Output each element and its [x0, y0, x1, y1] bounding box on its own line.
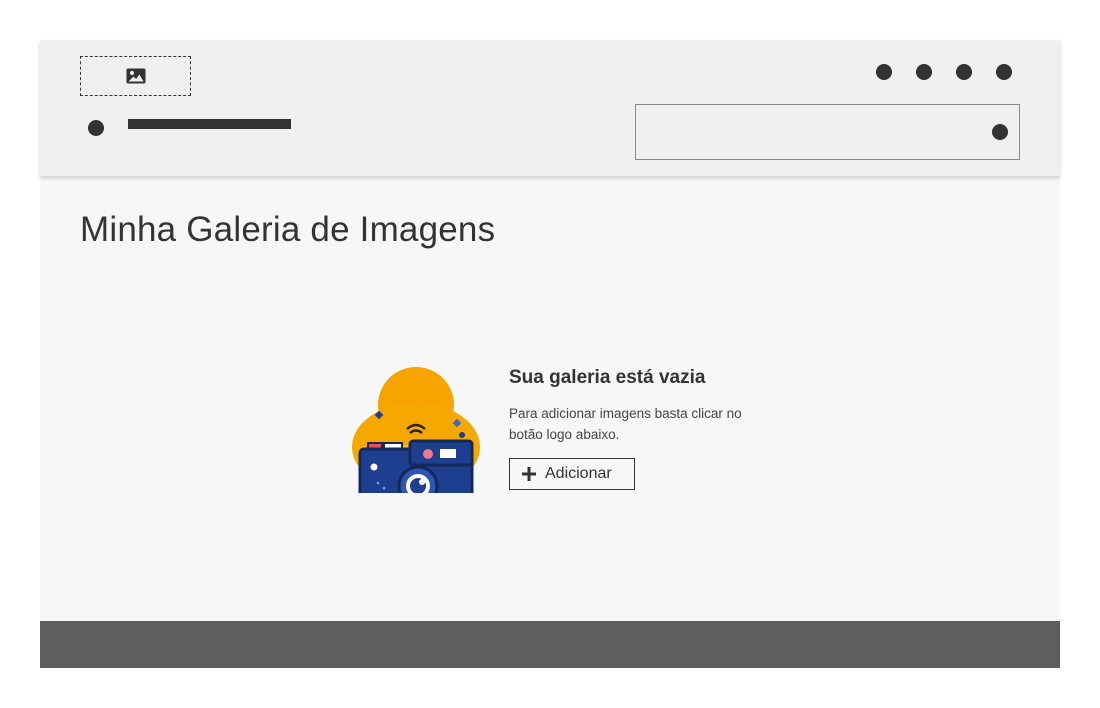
empty-state-description: Para adicionar imagens basta clicar no b… [509, 406, 742, 442]
empty-state-text: Sua galeria está vazia Para adicionar im… [509, 367, 779, 445]
search-icon[interactable] [992, 124, 1008, 140]
header-menu [876, 64, 1012, 80]
camera-illustration [352, 367, 480, 493]
image-icon [126, 68, 145, 84]
nav-bullet-icon[interactable] [88, 120, 104, 136]
menu-dot-icon[interactable] [996, 64, 1012, 80]
page-title: Minha Galeria de Imagens [80, 210, 496, 249]
empty-state-heading: Sua galeria está vazia [509, 367, 706, 388]
footer [40, 621, 1060, 668]
logo-placeholder[interactable] [80, 56, 191, 96]
nav-text-placeholder[interactable] [128, 119, 291, 129]
add-button-label: Adicionar [545, 465, 612, 482]
header [40, 40, 1060, 176]
menu-dot-icon[interactable] [956, 64, 972, 80]
menu-dot-icon[interactable] [916, 64, 932, 80]
app-frame: Minha Galeria de Imagens Sua galeria est… [40, 40, 1060, 668]
empty-state: Sua galeria está vazia Para adicionar im… [352, 365, 772, 495]
search-input[interactable] [635, 104, 1020, 160]
add-button[interactable]: Adicionar [509, 458, 635, 490]
plus-icon [522, 467, 536, 481]
menu-dot-icon[interactable] [876, 64, 892, 80]
